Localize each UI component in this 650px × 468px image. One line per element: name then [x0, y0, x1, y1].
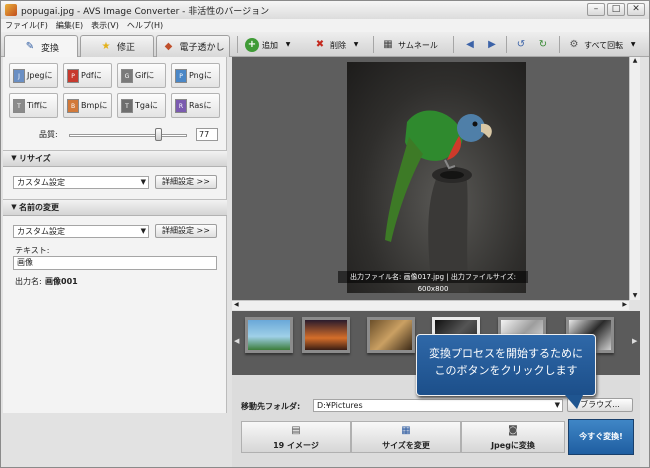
- format-pdf-button[interactable]: P Pdfに: [63, 63, 112, 88]
- rename-text-input[interactable]: 画像: [13, 256, 217, 270]
- rename-text-label: テキスト:: [15, 246, 50, 255]
- bmp-icon: B: [67, 98, 79, 113]
- format-gif-button[interactable]: G Gifに: [117, 63, 166, 88]
- collapse-icon: ▼: [11, 154, 17, 162]
- previous-button[interactable]: ◀: [463, 35, 477, 55]
- strip-right-arrow-icon[interactable]: ▶: [632, 337, 637, 345]
- scroll-down-icon: ▼: [632, 292, 638, 299]
- quality-slider-handle[interactable]: [155, 128, 162, 141]
- quality-input[interactable]: 77: [196, 128, 218, 141]
- thumbnail[interactable]: [367, 317, 415, 353]
- quality-slider-track[interactable]: [69, 134, 187, 137]
- resize-advanced-button[interactable]: 詳細設定 >>: [155, 175, 217, 189]
- chevron-down-icon: ▼: [140, 178, 146, 186]
- menu-edit[interactable]: 編集(E): [56, 20, 83, 31]
- format-ras-button[interactable]: R Rasに: [171, 93, 220, 118]
- tooltip-tail: [565, 395, 583, 409]
- menu-bar: ファイル(F) 編集(E) 表示(V) ヘルプ(H): [1, 19, 649, 32]
- arrow-left-icon: ◀: [466, 39, 474, 50]
- rotate-all-icon: ⚙: [569, 39, 579, 50]
- chevron-down-icon: ▼: [630, 41, 636, 48]
- rotate-right-button[interactable]: ↻: [536, 35, 550, 55]
- format-png-button[interactable]: P Pngに: [171, 63, 220, 88]
- preview-image: [347, 62, 526, 293]
- thumbnail[interactable]: [302, 317, 350, 353]
- tab-watermark[interactable]: ◆ 電子透かし: [156, 35, 230, 57]
- app-icon: [5, 4, 17, 16]
- delete-button[interactable]: ✖ 削除 ▼: [313, 35, 363, 55]
- gif-icon: G: [121, 68, 133, 83]
- rename-section-header[interactable]: ▼ 名前の変更: [3, 199, 227, 216]
- chevron-down-icon: ▼: [140, 227, 146, 235]
- chevron-down-icon: ▼: [353, 41, 359, 48]
- tga-icon: T: [121, 98, 133, 113]
- rename-advanced-button[interactable]: 詳細設定 >>: [155, 224, 217, 238]
- format-tiff-button[interactable]: T Tiffに: [9, 93, 58, 118]
- preview-vertical-scrollbar[interactable]: ▲ ▼: [629, 57, 640, 300]
- preview-horizontal-scrollbar[interactable]: ◀ ▶: [232, 300, 629, 310]
- ras-icon: R: [175, 98, 187, 113]
- format-bmp-button[interactable]: B Bmpに: [63, 93, 112, 118]
- step-resize: ▦ サイズを変更: [351, 421, 461, 453]
- convert-now-button[interactable]: 今すぐ変換!: [568, 419, 634, 455]
- parrot-image: [385, 110, 492, 292]
- resize-icon: ▦: [401, 424, 411, 436]
- minimize-button[interactable]: –: [587, 3, 605, 16]
- window-title: popugai.jpg - AVS Image Converter - 非活性の…: [21, 6, 270, 17]
- tab-correct[interactable]: ★ 修正: [80, 35, 154, 57]
- output-name-value: 画像001: [45, 277, 78, 286]
- format-jpeg-button[interactable]: J Jpegに: [9, 63, 58, 88]
- output-name-label: 出力名:: [15, 277, 42, 286]
- png-icon: P: [175, 68, 187, 83]
- watermark-icon: ◆: [164, 40, 173, 52]
- next-button[interactable]: ▶: [485, 35, 499, 55]
- collapse-icon: ▼: [11, 203, 17, 211]
- tab-convert[interactable]: ✎ 変換: [4, 35, 78, 58]
- rotate-all-button[interactable]: ⚙ すべて回転 ▼: [567, 35, 640, 55]
- thumbnail-button[interactable]: ▦ サムネール: [381, 35, 438, 55]
- scroll-left-icon: ◀: [234, 301, 239, 308]
- destination-path-input[interactable]: D:¥Pictures ▼: [313, 399, 563, 412]
- scroll-right-icon: ▶: [622, 301, 627, 308]
- jpeg-icon: J: [13, 68, 25, 83]
- maximize-button[interactable]: □: [607, 3, 625, 16]
- convert-icon: ✎: [25, 41, 35, 52]
- thumbnail-icon: ▦: [383, 39, 393, 50]
- format-tga-button[interactable]: T Tgaに: [117, 93, 166, 118]
- title-bar: popugai.jpg - AVS Image Converter - 非活性の…: [1, 1, 649, 19]
- menu-file[interactable]: ファイル(F): [5, 20, 48, 31]
- menu-help[interactable]: ヘルプ(H): [127, 20, 163, 31]
- settings-panel: J Jpegに P Pdfに G Gifに P Pngに T Tiffに B Bmpに TT…: [3, 57, 227, 413]
- rotate-left-button[interactable]: ↺: [514, 35, 528, 55]
- resize-section-header[interactable]: ▼ リサイズ: [3, 150, 227, 167]
- chevron-down-icon: ▼: [554, 401, 560, 409]
- convert-tooltip: 変換プロセスを開始するために このボタンをクリックします: [416, 334, 596, 409]
- add-button[interactable]: + 追加 ▼: [245, 35, 295, 55]
- rotate-right-icon: ↻: [538, 39, 548, 50]
- scroll-up-icon: ▲: [632, 57, 638, 64]
- rotate-left-icon: ↺: [516, 39, 526, 50]
- destination-label: 移動先フォルダ:: [241, 402, 301, 411]
- images-icon: ▤: [291, 424, 301, 436]
- tiff-icon: T: [13, 98, 25, 113]
- thumbnail[interactable]: [245, 317, 293, 353]
- preview-caption: 出力ファイル名: 画像017.jpg | 出力ファイルサイズ: 600x800: [338, 271, 528, 293]
- step-images: ▤ 19 イメージ: [241, 421, 351, 453]
- arrow-right-icon: ▶: [488, 39, 496, 50]
- step-convert-format: ◙ Jpegに変換: [461, 421, 565, 453]
- add-icon: +: [245, 38, 259, 52]
- menu-view[interactable]: 表示(V): [91, 20, 119, 31]
- rename-preset-select[interactable]: カスタム設定 ▼: [13, 225, 149, 238]
- delete-icon: ✖: [315, 39, 325, 50]
- toolbar: ✎ 変換 ★ 修正 ◆ 電子透かし + 追加 ▼ ✖ 削除 ▼ ▦ サムネール …: [1, 32, 649, 58]
- app-window: popugai.jpg - AVS Image Converter - 非活性の…: [0, 0, 650, 468]
- resize-preset-select[interactable]: カスタム設定 ▼: [13, 176, 149, 189]
- close-button[interactable]: ✕: [627, 3, 645, 16]
- pdf-icon: P: [67, 68, 79, 83]
- strip-left-arrow-icon[interactable]: ◀: [234, 337, 239, 345]
- chevron-down-icon: ▼: [285, 41, 291, 48]
- star-icon: ★: [101, 40, 111, 52]
- quality-label: 品質:: [39, 130, 58, 139]
- camera-icon: ◙: [508, 424, 518, 436]
